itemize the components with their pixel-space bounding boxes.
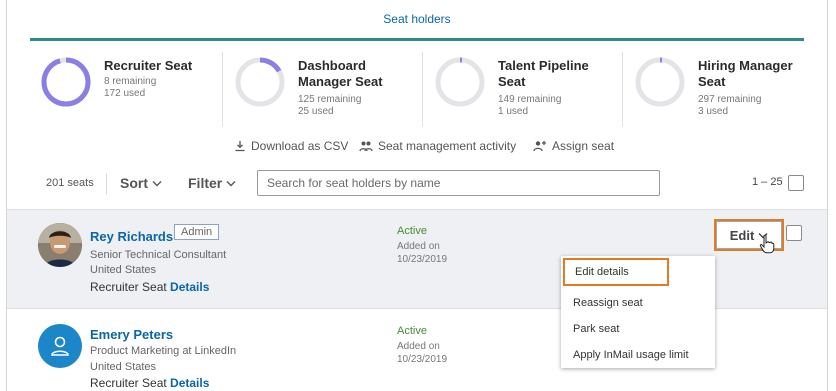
tab-seat-holders[interactable]: Seat holders bbox=[30, 12, 804, 26]
added-label: Added on bbox=[397, 241, 440, 252]
member-title: Senior Technical Consultant bbox=[90, 249, 227, 261]
seat-used: 3 used bbox=[698, 106, 729, 117]
seat-used: 1 used bbox=[498, 106, 529, 117]
seat-actions: Download as CSV Seat management activity… bbox=[0, 139, 836, 155]
seat-card-recruiter: Recruiter Seat 8 remaining 172 used bbox=[40, 52, 220, 122]
row-checkbox[interactable] bbox=[786, 225, 802, 241]
seat-count: 201 seats bbox=[46, 177, 94, 189]
chevron-down-icon bbox=[226, 180, 236, 186]
seat-card-dashboard-manager: Dashboard Manager Seat 125 remaining 25 … bbox=[234, 52, 424, 122]
seat-type: Recruiter Seat bbox=[90, 280, 167, 294]
usage-donut bbox=[41, 57, 91, 107]
seat-remaining: 149 remaining bbox=[498, 94, 562, 105]
seat-card-hiring-manager: Hiring Manager Seat 297 remaining 3 used bbox=[634, 52, 824, 122]
menu-item-edit-details[interactable]: Edit details bbox=[563, 258, 669, 286]
seat-used: 172 used bbox=[104, 88, 146, 99]
added-date: 10/23/2019 bbox=[397, 354, 448, 365]
seat-management-activity-label: Seat management activity bbox=[378, 139, 517, 153]
card-divider bbox=[222, 52, 223, 126]
seat-management-activity-button[interactable]: Seat management activity bbox=[359, 139, 516, 153]
member-location: United States bbox=[90, 361, 157, 373]
sort-label: Sort bbox=[120, 175, 148, 191]
edit-label: Edit bbox=[729, 227, 755, 243]
details-link[interactable]: Details bbox=[170, 376, 209, 390]
assign-seat-button[interactable]: Assign seat bbox=[533, 139, 614, 153]
avatar[interactable] bbox=[38, 223, 82, 267]
person-icon bbox=[51, 336, 69, 356]
menu-item-apply-inmail-usage-limit[interactable]: Apply InMail usage limit bbox=[561, 342, 715, 368]
member-location: United States bbox=[90, 264, 157, 276]
list-toolbar: 201 seats Sort Filter 1 – 25 bbox=[0, 170, 836, 198]
member-title: Product Marketing at LinkedIn bbox=[90, 345, 237, 357]
tab-bar: Seat holders bbox=[30, 0, 804, 42]
search-input[interactable] bbox=[257, 170, 660, 196]
edit-menu: Edit details Reassign seat Park seat App… bbox=[561, 256, 715, 368]
filter-dropdown[interactable]: Filter bbox=[188, 175, 236, 191]
seat-remaining: 8 remaining bbox=[104, 76, 157, 87]
tab-underline bbox=[30, 38, 804, 41]
page-range: 1 – 25 bbox=[752, 176, 783, 188]
seat-remaining: 297 remaining bbox=[698, 94, 762, 105]
usage-donut bbox=[235, 57, 285, 107]
chevron-down-icon bbox=[152, 180, 162, 186]
assign-seat-label: Assign seat bbox=[552, 139, 615, 153]
sort-dropdown[interactable]: Sort bbox=[120, 175, 162, 191]
usage-donut bbox=[435, 57, 485, 107]
seat-name: Recruiter Seat bbox=[104, 58, 193, 73]
added-label: Added on bbox=[397, 341, 440, 352]
seat-remaining: 125 remaining bbox=[298, 94, 362, 105]
select-all-checkbox[interactable] bbox=[788, 175, 804, 191]
added-date: 10/23/2019 bbox=[397, 254, 448, 265]
download-icon bbox=[235, 141, 245, 152]
member-seat: Recruiter Seat Details bbox=[90, 376, 209, 390]
details-link[interactable]: Details bbox=[170, 280, 209, 294]
people-icon bbox=[359, 141, 373, 152]
seat-type: Recruiter Seat bbox=[90, 376, 167, 390]
menu-item-park-seat[interactable]: Park seat bbox=[561, 316, 715, 342]
status-badge: Active bbox=[397, 225, 427, 237]
filter-label: Filter bbox=[188, 175, 223, 191]
menu-item-reassign-seat[interactable]: Reassign seat bbox=[561, 290, 715, 316]
avatar[interactable] bbox=[38, 324, 82, 368]
admin-badge: Admin bbox=[174, 224, 220, 240]
member-seat: Recruiter Seat Details bbox=[90, 280, 209, 294]
card-divider bbox=[422, 52, 423, 126]
download-csv-button[interactable]: Download as CSV bbox=[234, 139, 348, 153]
toolbar-divider bbox=[106, 174, 107, 194]
download-csv-label: Download as CSV bbox=[251, 139, 349, 153]
card-divider bbox=[622, 52, 623, 126]
member-name[interactable]: Rey Richards bbox=[90, 229, 173, 244]
seat-name: Talent Pipeline Seat bbox=[498, 58, 589, 89]
usage-donut bbox=[635, 57, 685, 107]
seat-name: Hiring Manager Seat bbox=[698, 58, 793, 89]
seat-name: Dashboard Manager Seat bbox=[298, 58, 383, 89]
hand-cursor-icon bbox=[759, 234, 775, 254]
member-name[interactable]: Emery Peters bbox=[90, 327, 173, 342]
seat-card-talent-pipeline: Talent Pipeline Seat 149 remaining 1 use… bbox=[434, 52, 624, 122]
add-user-icon bbox=[533, 141, 546, 152]
person-photo-icon bbox=[38, 223, 82, 267]
status-badge: Active bbox=[397, 325, 427, 337]
seat-used: 25 used bbox=[298, 106, 334, 117]
